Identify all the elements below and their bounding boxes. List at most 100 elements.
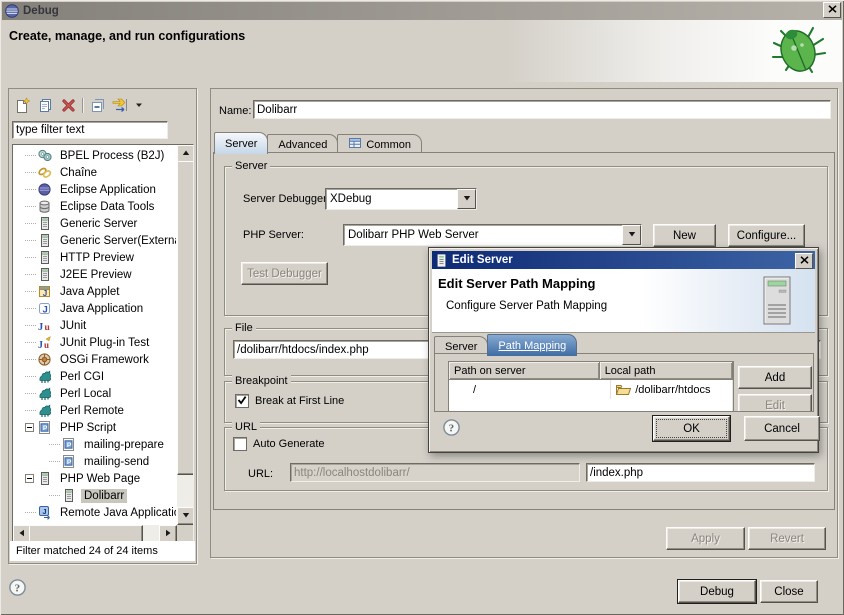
dialog-footer: ? OK Cancel [432, 410, 815, 446]
tree-item-perl-local[interactable]: Perl Local [14, 385, 176, 402]
close-icon [800, 255, 809, 267]
scroll-thumb[interactable] [177, 161, 194, 475]
tree-item-http-preview[interactable]: HTTP Preview [14, 249, 176, 266]
folder-icon [615, 383, 631, 396]
tree-item-remote-java-application[interactable]: J Remote Java Application [14, 504, 176, 521]
tree-item-label: Remote Java Application [57, 506, 176, 520]
new-configuration-button[interactable] [13, 96, 31, 114]
tree-item-perl-remote[interactable]: Perl Remote [14, 402, 176, 419]
tree-item-eclipse-application[interactable]: Eclipse Application [14, 181, 176, 198]
toolbar-menu-arrow-icon[interactable] [135, 99, 143, 111]
tree-item-dolibarr[interactable]: Dolibarr [14, 487, 176, 504]
column-header-local-path[interactable]: Local path [600, 362, 733, 380]
scroll-thumb[interactable] [29, 525, 143, 542]
php-server-select[interactable]: Dolibarr PHP Web Server [343, 224, 642, 246]
tree-item-label: Eclipse Application [57, 183, 159, 197]
tree-connector [25, 512, 36, 513]
server-icon [37, 267, 53, 282]
name-label: Name: [219, 105, 251, 117]
tree-item-php-web-page[interactable]: PHP Web Page [14, 470, 176, 487]
window-close-button[interactable] [823, 2, 841, 18]
php-web-icon [37, 471, 53, 486]
dialog-help-button[interactable]: ? [442, 418, 461, 437]
dropdown-button[interactable] [622, 225, 641, 245]
tree-item-osgi-framework[interactable]: OSGi Framework [14, 351, 176, 368]
dialog-tab-server-label: Server [445, 341, 477, 353]
tree-item-label: JUnit [57, 319, 89, 333]
osgi-icon [37, 352, 53, 367]
break-first-line-checkbox[interactable] [235, 394, 249, 408]
tree-horizontal-scrollbar[interactable] [13, 525, 177, 541]
tab-advanced[interactable]: Advanced [267, 134, 338, 154]
banner-title: Create, manage, and run configurations [9, 29, 245, 43]
tree-item-junit-plug-in-test[interactable]: JuJUnit Plug-in Test [14, 334, 176, 351]
delete-configuration-button[interactable] [59, 96, 77, 114]
tree-item-mailing-send[interactable]: Pmailing-send [14, 453, 176, 470]
duplicate-configuration-button[interactable] [36, 96, 54, 114]
tree-connector [25, 342, 36, 343]
expander-minus-icon[interactable] [25, 474, 34, 483]
server-debugger-select[interactable]: XDebug [325, 188, 477, 210]
configurations-panel: BPEL Process (B2J)Chaîne Eclipse Applicat… [8, 88, 197, 564]
dialog-close-button[interactable] [795, 253, 813, 269]
php-icon: P [61, 454, 77, 469]
add-mapping-button[interactable]: Add [738, 366, 812, 389]
dropdown-button[interactable] [457, 189, 476, 209]
tree-item-php-script[interactable]: PPHP Script [14, 419, 176, 436]
tree-item-generic-server[interactable]: Generic Server [14, 215, 176, 232]
auto-generate-label: Auto Generate [253, 438, 325, 450]
column-header-path-on-server[interactable]: Path on server [449, 362, 600, 380]
tree-item-bpel-process-b2j[interactable]: BPEL Process (B2J) [14, 147, 176, 164]
chain-icon [37, 165, 53, 180]
filter-launch-button[interactable] [112, 96, 130, 114]
window-titlebar[interactable]: Debug [2, 2, 842, 20]
tab-server[interactable]: Server [214, 132, 268, 154]
tree-item-mailing-prepare[interactable]: Pmailing-prepare [14, 436, 176, 453]
cancel-button[interactable]: Cancel [744, 416, 820, 441]
close-button[interactable]: Close [760, 580, 818, 603]
tree-item-generic-server-external-la[interactable]: Generic Server(External La [14, 232, 176, 249]
dialog-tab-path-mapping[interactable]: Path Mapping [487, 334, 577, 356]
new-server-button[interactable]: New [653, 224, 716, 247]
tree-item-eclipse-data-tools[interactable]: Eclipse Data Tools [14, 198, 176, 215]
tree-item-junit[interactable]: JuJUnit [14, 317, 176, 334]
svg-text:?: ? [15, 583, 21, 595]
ok-button[interactable]: OK [653, 416, 730, 441]
tree-item-label: OSGi Framework [57, 353, 152, 367]
table-row[interactable]: //dolibarr/htdocs [449, 380, 733, 399]
expander-minus-icon[interactable] [25, 423, 34, 432]
dialog-header: Edit Server Path Mapping Configure Serve… [432, 269, 815, 333]
dialog-titlebar[interactable]: Edit Server [432, 251, 815, 269]
tree-item-java-applet[interactable]: JJava Applet [14, 283, 176, 300]
debug-button[interactable]: Debug [678, 580, 756, 603]
revert-button[interactable]: Revert [748, 527, 826, 550]
collapse-all-button[interactable] [89, 96, 107, 114]
tree-item-j2ee-preview[interactable]: J2EE Preview [14, 266, 176, 283]
tree-vertical-scrollbar[interactable] [177, 145, 193, 525]
configure-server-button[interactable]: Configure... [728, 224, 805, 247]
tree-item-label: Generic Server [57, 217, 140, 231]
tree-item-java-application[interactable]: JJava Application [14, 300, 176, 317]
name-input[interactable] [253, 100, 831, 119]
help-button[interactable]: ? [8, 578, 27, 597]
test-debugger-button[interactable]: Test Debugger [241, 262, 328, 285]
filter-input[interactable] [12, 121, 168, 139]
svg-text:J: J [42, 507, 46, 516]
apply-button[interactable]: Apply [666, 527, 745, 550]
tree-connector [49, 444, 60, 445]
scroll-right-button[interactable] [159, 525, 177, 542]
remote-java-icon: J [37, 505, 53, 520]
tab-common[interactable]: Common [337, 134, 422, 154]
dialog-title: Edit Server [452, 254, 513, 266]
server-tower-icon [757, 274, 797, 330]
scroll-down-button[interactable] [177, 507, 194, 525]
auto-generate-checkbox[interactable] [233, 437, 247, 451]
add-label: Add [765, 372, 785, 384]
tree-item-label: Java Application [57, 302, 146, 316]
url-path-input[interactable] [586, 463, 815, 482]
tree-connector [49, 495, 60, 496]
tree-item-cha-ne[interactable]: Chaîne [14, 164, 176, 181]
perl-icon [37, 369, 53, 384]
debug-label: Debug [700, 586, 734, 598]
tree-item-perl-cgi[interactable]: Perl CGI [14, 368, 176, 385]
